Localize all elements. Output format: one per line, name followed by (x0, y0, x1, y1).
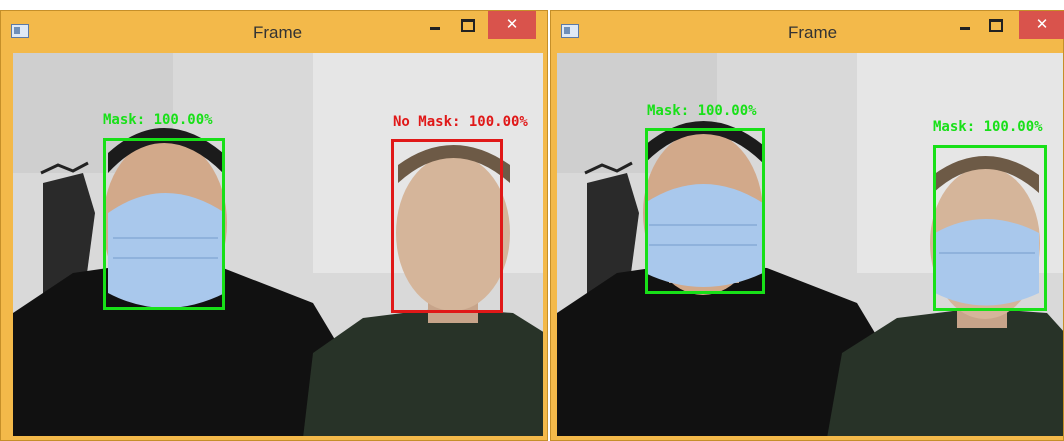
app-window-icon[interactable] (11, 24, 29, 38)
close-button[interactable]: ✕ (488, 11, 536, 39)
frame-window-left: Frame ✕ Mask: 100.00% No Mask: 100.00% (0, 10, 548, 441)
face-detection-box (645, 128, 765, 294)
app-window-icon[interactable] (561, 24, 579, 38)
close-button[interactable]: ✕ (1019, 11, 1064, 39)
window-title: Frame (253, 23, 303, 42)
window-title: Frame (788, 23, 838, 42)
detection-label: No Mask: 100.00% (393, 114, 528, 130)
detection-label: Mask: 100.00% (933, 119, 1043, 135)
maximize-button[interactable] (454, 11, 482, 39)
face-detection-box (933, 145, 1047, 311)
camera-feed: Mask: 100.00% No Mask: 100.00% (13, 53, 543, 436)
camera-feed: Mask: 100.00% Mask: 100.00% (557, 53, 1063, 436)
detection-label: Mask: 100.00% (647, 103, 757, 119)
title-bar[interactable]: Frame ✕ (551, 11, 1064, 53)
minimize-icon (430, 27, 440, 30)
minimize-button[interactable] (951, 11, 979, 39)
title-bar[interactable]: Frame ✕ (1, 11, 547, 53)
face-detection-box (391, 139, 503, 313)
face-detection-box (103, 138, 225, 310)
maximize-button[interactable] (982, 11, 1010, 39)
close-icon: ✕ (1035, 15, 1049, 33)
minimize-button[interactable] (421, 11, 449, 39)
frame-window-right: Frame ✕ Mask: 100.00% Mask: 100.00% (550, 10, 1064, 441)
minimize-icon (960, 27, 970, 30)
close-icon: ✕ (505, 15, 519, 33)
maximize-icon (989, 19, 1003, 32)
detection-label: Mask: 100.00% (103, 112, 213, 128)
maximize-icon (461, 19, 475, 32)
